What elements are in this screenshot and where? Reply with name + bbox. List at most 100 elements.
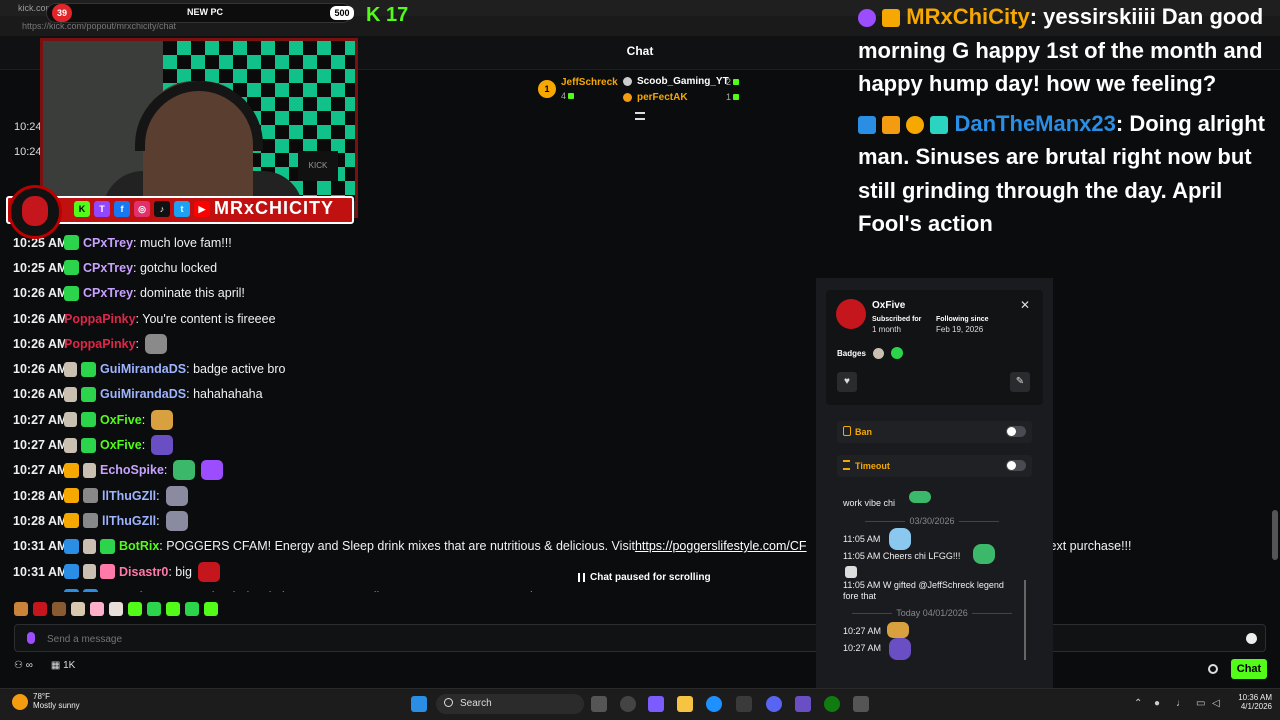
expand-icon[interactable] — [635, 112, 645, 120]
chat-message[interactable]: 10:27 AM OxFive: — [13, 432, 1253, 457]
emote-icon[interactable] — [173, 460, 196, 481]
sub-badge-icon[interactable] — [64, 589, 79, 592]
wolf-badge-icon[interactable] — [83, 462, 96, 478]
chat-message[interactable]: 10:26 AM GuiMirandaDS: badge active bro — [13, 356, 1253, 381]
network-icon[interactable]: ▭ — [1196, 698, 1205, 709]
emote-icon[interactable] — [151, 409, 174, 430]
verified-badge-icon[interactable] — [81, 386, 96, 402]
timeout-toggle-row[interactable]: Timeout — [837, 455, 1032, 477]
verified-badge-icon[interactable] — [81, 437, 96, 453]
chat-message[interactable]: 10:31 AM BotRix: POGGERS CFAM! Energy and… — [13, 534, 1253, 559]
message-username[interactable]: CGarcia821 — [102, 590, 171, 592]
discord-icon[interactable] — [766, 696, 782, 712]
gray-badge-icon[interactable] — [83, 488, 98, 504]
chat-send-button[interactable]: Chat — [1231, 659, 1267, 679]
xbox-icon[interactable] — [824, 696, 840, 712]
chrome-icon[interactable] — [620, 696, 636, 712]
weather-widget[interactable]: 78°F Mostly sunny — [33, 692, 80, 710]
emote-icon[interactable] — [33, 602, 47, 616]
message-username[interactable]: llThuGZll — [102, 514, 156, 528]
message-username[interactable]: GuiMirandaDS — [100, 387, 186, 401]
taskbar-search[interactable]: Search — [436, 694, 584, 714]
verified-badge-icon[interactable] — [64, 260, 79, 276]
microphone-tray-icon[interactable]: ♩ — [1176, 698, 1186, 709]
emote-icon[interactable] — [204, 602, 218, 616]
chat-message[interactable]: 10:27 AM OxFive: — [13, 407, 1253, 432]
emote-icon[interactable] — [197, 561, 220, 582]
heart-button[interactable]: ♥ — [837, 372, 857, 392]
emoji-icon[interactable] — [1246, 633, 1257, 644]
chat-message[interactable]: 10:25 AM CPxTrey: gotchu locked — [13, 255, 1253, 280]
message-username[interactable]: PoppaPinky — [64, 312, 136, 326]
windows-start-icon[interactable] — [411, 696, 427, 712]
wolf-badge-icon[interactable] — [83, 538, 96, 554]
pin-button[interactable]: ✎ — [1010, 372, 1030, 392]
crown-badge-icon[interactable] — [64, 488, 79, 504]
ban-toggle-row[interactable]: Ban — [837, 421, 1032, 443]
wolf-badge-icon[interactable] — [64, 437, 77, 453]
ban-toggle[interactable] — [1006, 426, 1026, 437]
message-username[interactable]: Disastr0 — [119, 565, 168, 579]
sub-badge-icon[interactable] — [64, 538, 79, 554]
message-username[interactable]: llThuGZll — [102, 489, 156, 503]
top-chatter-2[interactable]: Scoob_Gaming_YT — [637, 76, 729, 87]
chat-message-list[interactable]: 10:25 AM CPxTrey: much love fam!!! 10:25 A… — [13, 230, 1253, 592]
heart-emote-icon[interactable] — [201, 460, 224, 481]
user-card-name[interactable]: OxFive — [872, 300, 905, 311]
emote-icon[interactable] — [14, 602, 28, 616]
emote-icon[interactable] — [147, 602, 161, 616]
chat-paused-indicator[interactable]: Chat paused for scrolling — [572, 568, 712, 588]
chat-message[interactable]: 10:26 AM CPxTrey: dominate this april! — [13, 281, 1253, 306]
message-username[interactable]: BotRix — [119, 539, 159, 553]
message-username[interactable]: CPxTrey — [83, 261, 133, 275]
chat-message[interactable]: 10:27 AM EchoSpike: — [13, 458, 1253, 483]
file-explorer-icon[interactable] — [677, 696, 693, 712]
task-view-icon[interactable] — [591, 696, 607, 712]
message-link[interactable]: https://poggerslifestyle.com/CF — [635, 539, 807, 553]
top-chatter-3[interactable]: perFectAK — [637, 92, 688, 103]
chat-message[interactable]: 10:28 AM llThuGZll: — [13, 483, 1253, 508]
volume-icon[interactable]: ◁ — [1212, 698, 1220, 709]
emote-icon[interactable] — [109, 602, 123, 616]
message-username[interactable]: EchoSpike — [100, 463, 164, 477]
close-icon[interactable]: ✕ — [1020, 298, 1030, 312]
sub-badge-icon[interactable] — [83, 589, 98, 592]
scrollbar[interactable] — [1272, 510, 1278, 560]
verified-badge-icon[interactable] — [81, 412, 96, 428]
crown-badge-icon[interactable] — [64, 513, 79, 529]
gray-badge-icon[interactable] — [83, 513, 98, 529]
taskbar-clock[interactable]: 10:36 AM 4/1/2026 — [1226, 693, 1272, 711]
emote-icon[interactable] — [145, 333, 168, 354]
emote-icon[interactable] — [166, 602, 180, 616]
message-input[interactable] — [47, 630, 807, 648]
verified-badge-icon[interactable] — [100, 538, 115, 554]
verified-badge-icon[interactable] — [64, 285, 79, 301]
chat-message[interactable]: 10:26 AM GuiMirandaDS: hahahahaha — [13, 382, 1253, 407]
copilot-icon[interactable] — [648, 696, 664, 712]
chat-message[interactable]: 10:26 AM PoppaPinky: — [13, 331, 1253, 356]
history-scrollbar[interactable] — [1024, 580, 1026, 660]
weather-icon[interactable] — [12, 694, 28, 710]
verified-badge-icon[interactable] — [81, 361, 96, 377]
wolf-badge-icon[interactable] — [64, 386, 77, 402]
app-icon[interactable] — [853, 696, 869, 712]
emote-icon[interactable] — [165, 510, 188, 531]
tray-chevron-icon[interactable]: ⌃ — [1134, 698, 1142, 709]
microphone-icon[interactable] — [27, 632, 35, 644]
edge-icon[interactable] — [706, 696, 722, 712]
message-username[interactable]: CPxTrey — [83, 236, 133, 250]
emote-icon[interactable] — [128, 602, 142, 616]
top-chatter-1[interactable]: JeffSchreck — [561, 77, 618, 88]
store-icon[interactable] — [736, 696, 752, 712]
emote-icon[interactable] — [90, 602, 104, 616]
message-username[interactable]: CPxTrey — [83, 286, 133, 300]
wolf-badge-icon[interactable] — [64, 412, 77, 428]
crown-badge-icon[interactable] — [64, 462, 79, 478]
emote-icon[interactable] — [52, 602, 66, 616]
message-username[interactable]: OxFive — [100, 413, 142, 427]
chat-message[interactable]: 10:28 AM llThuGZll: — [13, 508, 1253, 533]
viewer-count[interactable]: ▦ 1K — [51, 660, 75, 671]
timeout-toggle[interactable] — [1006, 460, 1026, 471]
message-username[interactable]: PoppaPinky — [64, 337, 136, 351]
apps-icon[interactable] — [795, 696, 811, 712]
